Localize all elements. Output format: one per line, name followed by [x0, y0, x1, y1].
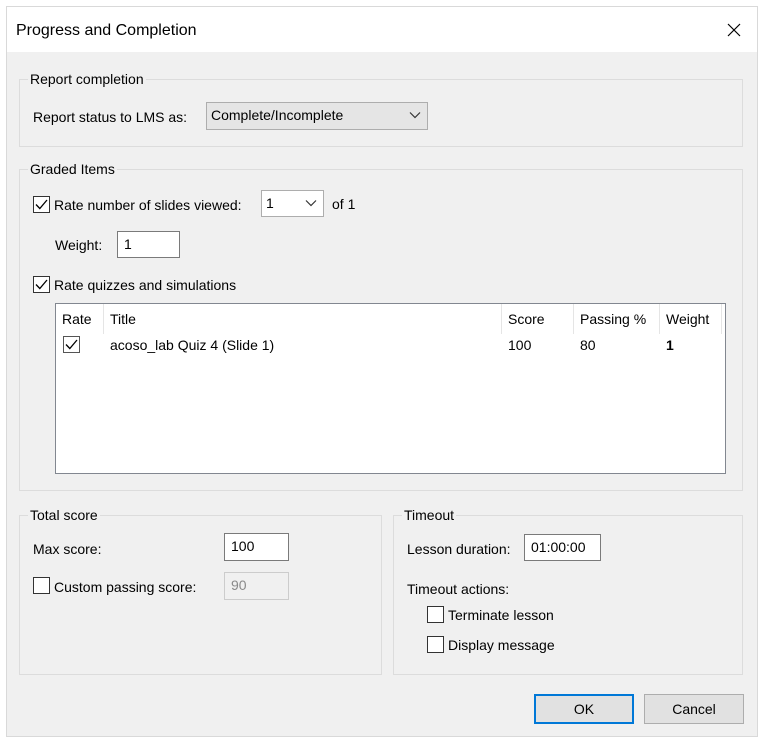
rate-slides-checkbox[interactable] — [33, 196, 50, 213]
total-score-legend: Total score — [28, 507, 100, 523]
rate-slides-label[interactable]: Rate number of slides viewed: — [54, 197, 242, 213]
chevron-down-icon — [305, 200, 317, 207]
row-title: acoso_lab Quiz 4 (Slide 1) — [110, 337, 275, 353]
report-completion-legend: Report completion — [28, 71, 146, 87]
row-weight[interactable]: 1 — [660, 334, 674, 356]
slides-count-value: 1 — [266, 195, 274, 211]
custom-passing-checkbox[interactable] — [33, 577, 50, 594]
column-header-rate[interactable]: Rate — [56, 304, 104, 334]
column-header-title[interactable]: Title — [104, 304, 502, 334]
max-score-label: Max score: — [33, 541, 102, 557]
timeout-actions-label: Timeout actions: — [407, 581, 510, 597]
row-passing: 80 — [580, 337, 596, 353]
graded-items-table[interactable]: Rate Title Score Passing % Weight acoso_… — [55, 303, 726, 474]
graded-items-legend: Graded Items — [28, 161, 117, 177]
close-button[interactable] — [711, 7, 757, 52]
chevron-down-icon — [409, 112, 421, 119]
custom-passing-value: 90 — [231, 577, 247, 593]
column-header-score[interactable]: Score — [502, 304, 574, 334]
lesson-duration-value: 01:00:00 — [531, 539, 586, 555]
table-header: Rate Title Score Passing % Weight — [56, 304, 725, 334]
weight-input[interactable]: 1 — [117, 231, 180, 258]
checkmark-icon — [65, 339, 78, 350]
rate-quizzes-checkbox[interactable] — [33, 276, 50, 293]
terminate-lesson-checkbox[interactable] — [427, 606, 444, 623]
max-score-input[interactable]: 100 — [224, 533, 289, 561]
checkmark-icon — [35, 199, 48, 210]
checkmark-icon — [35, 279, 48, 290]
slides-count-dropdown[interactable]: 1 — [261, 190, 324, 217]
progress-completion-dialog: Progress and Completion Report completio… — [6, 6, 758, 737]
column-header-weight[interactable]: Weight — [660, 304, 722, 334]
title-bar: Progress and Completion — [7, 7, 757, 52]
custom-passing-label[interactable]: Custom passing score: — [54, 579, 196, 595]
table-row[interactable]: acoso_lab Quiz 4 (Slide 1) 100 80 1 — [56, 334, 725, 356]
column-header-passing[interactable]: Passing % — [574, 304, 660, 334]
max-score-value: 100 — [231, 538, 255, 554]
window-title: Progress and Completion — [16, 22, 197, 39]
row-rate-checkbox[interactable] — [63, 336, 80, 353]
close-icon — [727, 23, 741, 36]
lesson-duration-input[interactable]: 01:00:00 — [524, 534, 601, 561]
lesson-duration-label: Lesson duration: — [407, 541, 511, 557]
weight-value: 1 — [124, 236, 132, 252]
timeout-legend: Timeout — [402, 507, 457, 523]
report-completion-group: Report completion Report status to LMS a… — [19, 71, 743, 147]
weight-label: Weight: — [55, 237, 103, 253]
ok-button[interactable]: OK — [534, 694, 634, 724]
report-status-dropdown[interactable]: Complete/Incomplete — [206, 102, 428, 130]
report-status-value: Complete/Incomplete — [211, 107, 344, 123]
total-score-group: Total score — [19, 507, 382, 675]
report-status-label: Report status to LMS as: — [33, 109, 188, 125]
display-message-checkbox[interactable] — [427, 636, 444, 653]
terminate-lesson-label[interactable]: Terminate lesson — [448, 607, 554, 623]
rate-quizzes-label[interactable]: Rate quizzes and simulations — [54, 277, 236, 293]
row-score: 100 — [508, 337, 532, 353]
slides-total-label: of 1 — [332, 196, 356, 212]
display-message-label[interactable]: Display message — [448, 637, 555, 653]
custom-passing-input[interactable]: 90 — [224, 572, 289, 600]
cancel-button[interactable]: Cancel — [644, 694, 744, 724]
